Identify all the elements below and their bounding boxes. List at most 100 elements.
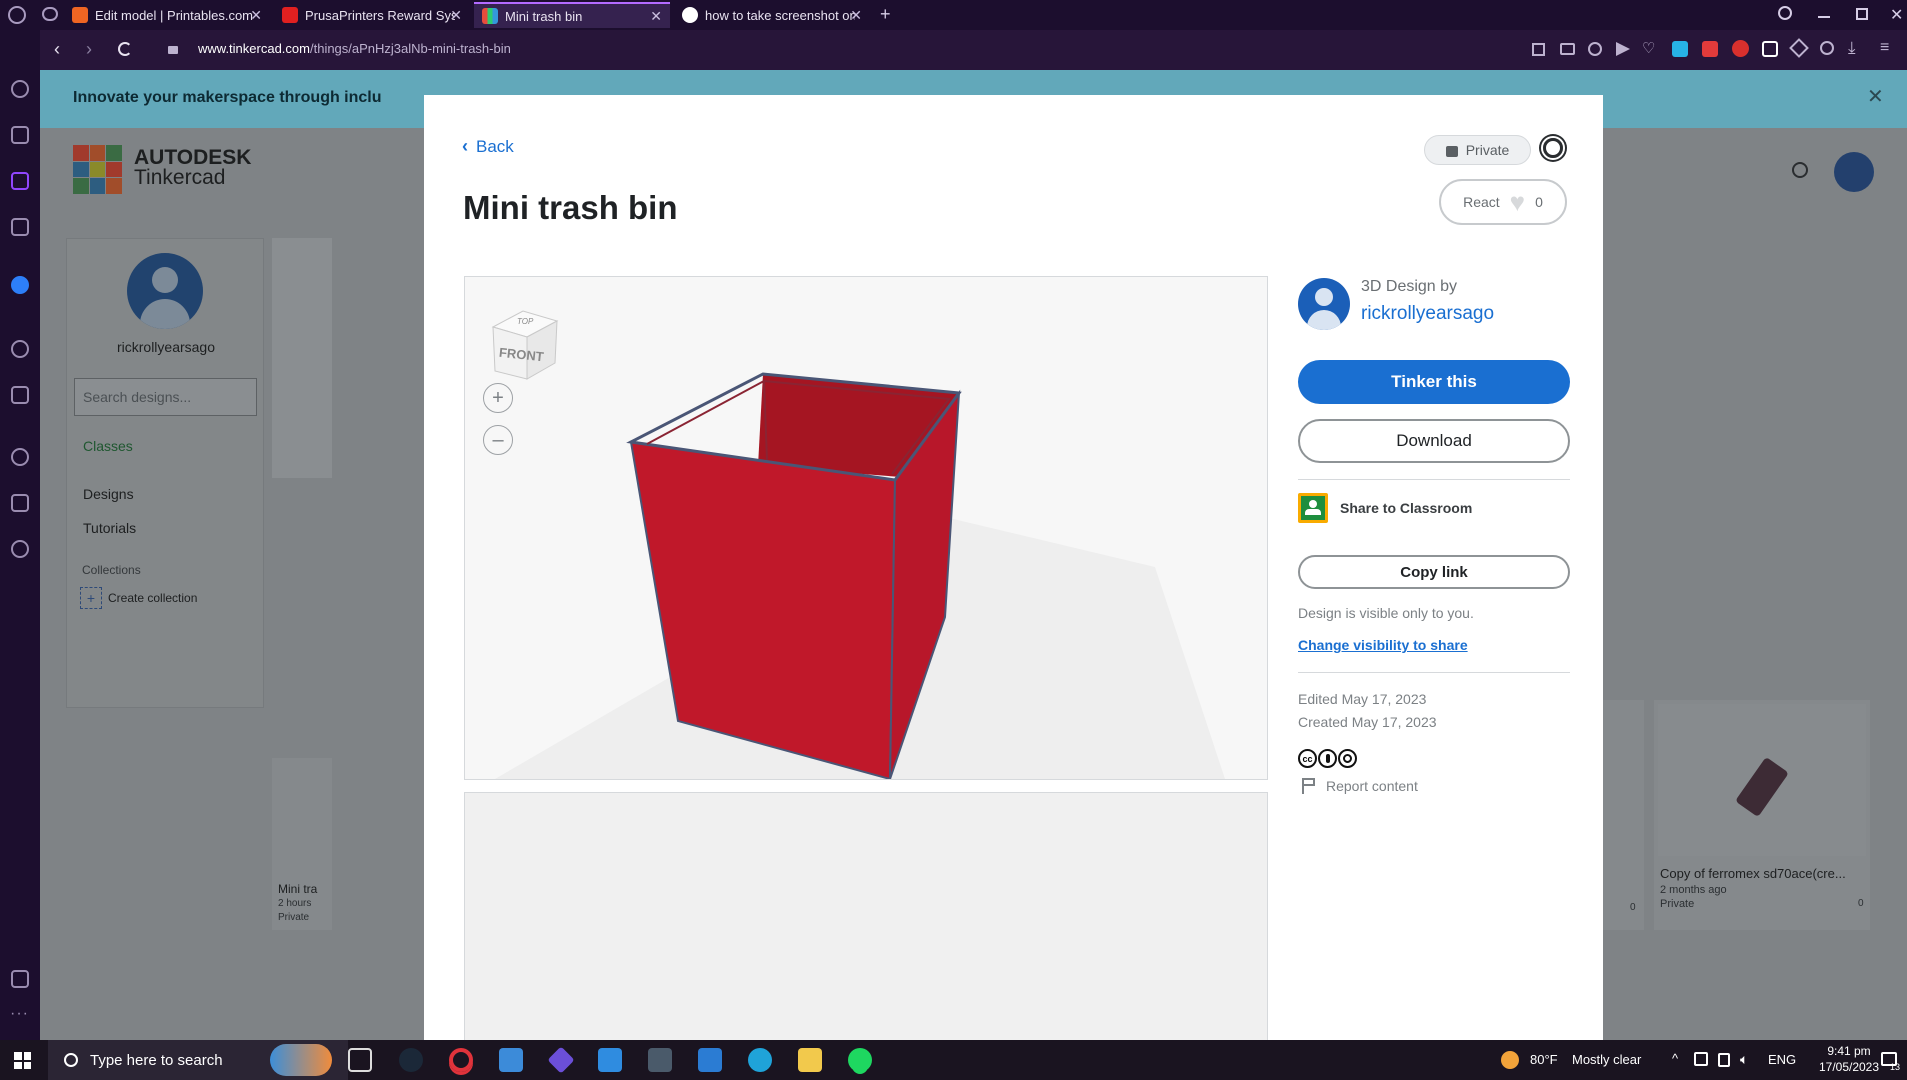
weather-icon[interactable]: [1501, 1051, 1519, 1069]
tinkercad-logo[interactable]: [73, 145, 122, 194]
license-icons[interactable]: cc: [1298, 749, 1357, 768]
gallery-icon[interactable]: [11, 970, 29, 988]
app-blue-icon[interactable]: [499, 1048, 523, 1072]
reload-icon[interactable]: [118, 42, 132, 56]
extensions-icon[interactable]: [11, 494, 29, 512]
brand-tinkercad: Tinkercad: [134, 166, 226, 189]
close-tab-icon[interactable]: ✕: [650, 8, 662, 25]
tab-google-search[interactable]: how to take screenshot on ✕: [674, 2, 870, 28]
close-tab-icon[interactable]: ✕: [250, 7, 262, 24]
share-classroom-button[interactable]: Share to Classroom: [1298, 493, 1472, 523]
privacy-badge[interactable]: Private: [1424, 135, 1531, 165]
download-button[interactable]: Download: [1298, 419, 1570, 463]
profile-icon[interactable]: [1820, 41, 1834, 55]
tab-printables[interactable]: Edit model | Printables.com ✕: [64, 2, 270, 28]
tab-mini-trash-bin[interactable]: Mini trash bin ✕: [474, 2, 670, 28]
author-link[interactable]: rickrollyearsago: [1361, 303, 1494, 325]
cube-icon[interactable]: [1789, 38, 1809, 58]
extension-blue-icon[interactable]: [1672, 41, 1688, 57]
browser-logo-icon[interactable]: [8, 6, 26, 24]
change-visibility-link[interactable]: Change visibility to share: [1298, 637, 1468, 653]
windows-start-icon[interactable]: [14, 1052, 31, 1069]
tray-chevron-icon[interactable]: ^: [1672, 1051, 1678, 1066]
network-icon[interactable]: [1694, 1052, 1708, 1066]
speed-dial-icon[interactable]: [11, 80, 29, 98]
design-modal: ‹ Back Private Mini trash bin React ♥ 0: [424, 95, 1603, 1040]
shopping-icon[interactable]: [11, 126, 29, 144]
camera-icon[interactable]: [1560, 43, 1575, 55]
battery-icon[interactable]: [1718, 1053, 1730, 1067]
app-dark-icon[interactable]: [648, 1048, 672, 1072]
zoom-out-button[interactable]: –: [483, 425, 513, 455]
settings-icon[interactable]: [11, 540, 29, 558]
more-icon[interactable]: ···: [10, 1005, 29, 1023]
extension-red-icon[interactable]: [1702, 41, 1718, 57]
browser-sidebar: ···: [0, 30, 40, 1040]
zoom-in-button[interactable]: +: [483, 383, 513, 413]
wallet-icon[interactable]: [11, 386, 29, 404]
steam-icon[interactable]: [399, 1048, 423, 1072]
settings-gear-icon[interactable]: [1543, 138, 1563, 158]
opera-icon[interactable]: [449, 1048, 473, 1072]
download-icon[interactable]: ⤓: [1848, 38, 1856, 58]
new-tab-plus-icon[interactable]: +: [880, 4, 891, 25]
close-tab-icon[interactable]: ✕: [450, 7, 462, 24]
forward-arrow-icon[interactable]: ›: [86, 39, 92, 60]
tinker-this-button[interactable]: Tinker this: [1298, 360, 1570, 404]
nav-tutorials[interactable]: Tutorials: [83, 520, 136, 536]
close-tab-icon[interactable]: ✕: [850, 7, 862, 24]
heart-icon[interactable]: ♡: [1642, 39, 1655, 57]
author-avatar[interactable]: [1298, 278, 1350, 330]
player-icon[interactable]: [11, 340, 29, 358]
weather-text[interactable]: Mostly clear: [1572, 1052, 1641, 1067]
weather-temp[interactable]: 80°F: [1530, 1052, 1558, 1067]
edge-icon[interactable]: [748, 1048, 772, 1072]
tab-prusaprinters[interactable]: PrusaPrinters Reward Syste ✕: [274, 2, 470, 28]
background-card-right[interactable]: Copy of ferromex sd70ace(cre... 2 months…: [1654, 700, 1870, 930]
3d-viewer[interactable]: TOP FRONT + –: [464, 276, 1268, 780]
tab-group-icon[interactable]: [42, 7, 58, 21]
view-cube[interactable]: TOP FRONT: [489, 307, 561, 381]
minimize-icon[interactable]: [1818, 16, 1830, 18]
menu-icon[interactable]: ≡: [1880, 39, 1889, 57]
store-icon[interactable]: [598, 1048, 622, 1072]
report-content-button[interactable]: Report content: [1302, 778, 1418, 794]
url-field[interactable]: www.tinkercad.com/things/aPnHzj3alNb-min…: [198, 41, 511, 56]
profile-username: rickrollyearsago: [116, 339, 216, 355]
tab-title: Mini trash bin: [505, 8, 583, 24]
task-view-icon[interactable]: [348, 1048, 372, 1072]
back-arrow-icon[interactable]: ‹: [54, 39, 60, 60]
messenger-icon[interactable]: [11, 276, 29, 294]
adblock-icon[interactable]: [1732, 40, 1749, 57]
game-icon[interactable]: [11, 218, 29, 236]
block-icon[interactable]: [1588, 42, 1602, 56]
spotify-icon[interactable]: [848, 1048, 872, 1072]
react-label: React: [1463, 194, 1500, 210]
close-banner-icon[interactable]: ✕: [1867, 84, 1884, 109]
create-collection-button[interactable]: + Create collection: [80, 587, 197, 609]
volume-icon[interactable]: 🔈︎: [1740, 1051, 1748, 1068]
send-icon[interactable]: [1616, 42, 1630, 56]
file-explorer-icon[interactable]: [798, 1048, 822, 1072]
design-search-input[interactable]: Search designs...: [74, 378, 257, 416]
nav-classes[interactable]: Classes: [83, 438, 133, 454]
nav-designs[interactable]: Designs: [83, 486, 134, 502]
history-icon[interactable]: [11, 448, 29, 466]
background-card-left[interactable]: Mini tra 2 hours Private: [272, 758, 332, 930]
back-button[interactable]: ‹ Back: [462, 136, 514, 157]
app-purple-icon[interactable]: [547, 1046, 575, 1074]
extension-box-icon[interactable]: [1762, 41, 1778, 57]
copy-link-button[interactable]: Copy link: [1298, 555, 1570, 589]
user-avatar[interactable]: [1834, 152, 1874, 192]
language-indicator[interactable]: ENG: [1768, 1052, 1796, 1067]
restore-icon[interactable]: [1856, 8, 1868, 20]
search-icon[interactable]: [1792, 162, 1808, 178]
mail-icon[interactable]: [698, 1048, 722, 1072]
browser-search-icon[interactable]: [1778, 6, 1792, 20]
close-window-icon[interactable]: ✕: [1890, 5, 1903, 25]
twitch-icon[interactable]: [11, 172, 29, 190]
edit-icon[interactable]: [1532, 43, 1545, 56]
clock[interactable]: 9:41 pm 17/05/2023: [1814, 1043, 1884, 1075]
tinkercad-favicon-icon: [482, 8, 498, 24]
react-button[interactable]: React ♥ 0: [1439, 179, 1567, 225]
